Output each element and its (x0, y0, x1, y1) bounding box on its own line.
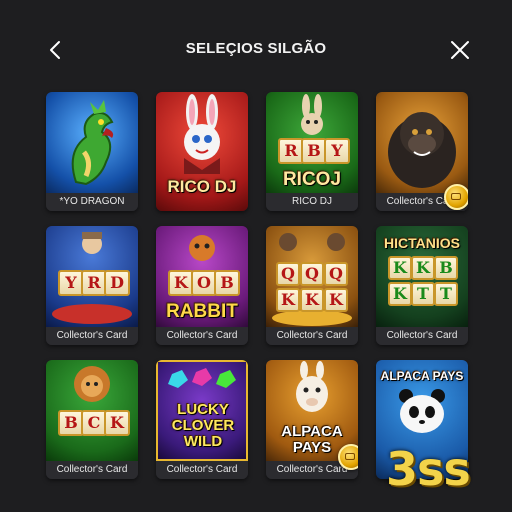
reel-symbol: T (411, 282, 435, 306)
tile-caption: *YO DRAGON (46, 193, 138, 211)
reel-symbol: Q (324, 262, 348, 286)
game-logo-text: HICTANIOS (384, 235, 460, 251)
game-tile-alpaca-pays[interactable]: ALPACA PAYS Collector's Card (266, 360, 358, 479)
game-tile-gorilla[interactable]: Collector's Card (376, 92, 468, 211)
gem-icon (168, 368, 236, 388)
game-art-hictanios: HICTANIOS K K B K T T (376, 226, 468, 327)
game-tile-rico-dj[interactable]: RICO DJ (156, 92, 248, 211)
reel-symbol: K (104, 410, 130, 436)
game-art-gorilla (376, 92, 468, 193)
game-art-kob: K O B RABBIT (156, 226, 248, 327)
tile-caption: Collector's Card (156, 327, 248, 345)
coin-icon (338, 444, 358, 470)
game-art-yrd: Y R D (46, 226, 138, 327)
game-tile-rico-dj-2[interactable]: R B Y RICOJ RICO DJ (266, 92, 358, 211)
reel-symbol: B (214, 270, 240, 296)
game-tile-rabbit[interactable]: K O B RABBIT Collector's Card (156, 226, 248, 345)
coin-icon (444, 184, 468, 210)
reel-symbol: K (388, 256, 412, 280)
reel-symbol: Q (300, 262, 324, 286)
reel-symbol: K (276, 288, 300, 312)
game-tile-hictanios[interactable]: HICTANIOS K K B K T T Collector's Card (376, 226, 468, 345)
game-logo-text: RICO DJ (167, 177, 237, 196)
reel-symbol: D (104, 270, 130, 296)
tile-caption: Collector's Card (46, 327, 138, 345)
header-bar: SELEÇIOS SILGÃO (0, 0, 512, 100)
game-art-lucky-clover: LUCKY CLOVER WILD (156, 360, 248, 461)
tile-caption: Collector's Card (266, 327, 358, 345)
game-grid: *YO DRAGON RICO DJ R B Y RICOJ RICO DJ C… (46, 92, 470, 482)
reel-symbol: Q (276, 262, 300, 286)
reel-symbol: K (300, 288, 324, 312)
game-art-rabbit: RICO DJ (156, 92, 248, 211)
game-tile-lucky-clover-wild[interactable]: LUCKY CLOVER WILD Collector's Card (156, 360, 248, 479)
tile-caption: Collector's Card (46, 461, 138, 479)
game-logo-text: RABBIT (166, 301, 238, 322)
page-title: SELEÇIOS SILGÃO (185, 40, 327, 57)
tile-caption: RICO DJ (266, 193, 358, 211)
game-tile-qqq[interactable]: Q Q Q K K K Collector's Card (266, 226, 358, 345)
reel-symbol: K (388, 282, 412, 306)
game-art-rabbit-slot: R B Y RICOJ (266, 92, 358, 193)
close-icon (451, 41, 469, 59)
reel-symbol: B (434, 256, 458, 280)
reel-symbol: K (411, 256, 435, 280)
reel-symbol: K (324, 288, 348, 312)
game-tile-yo-dragon[interactable]: *YO DRAGON (46, 92, 138, 211)
dragon-icon (71, 100, 114, 186)
game-art-lion: B C K (46, 360, 138, 461)
brand-watermark: 3ss (386, 442, 471, 496)
game-logo-text: LUCKY CLOVER WILD (171, 401, 235, 450)
game-logo-text: ALPACA PAYS (281, 423, 343, 456)
reel-symbol: T (434, 282, 458, 306)
close-button[interactable] (448, 38, 472, 62)
game-tile-yrd[interactable]: Y R D Collector's Card (46, 226, 138, 345)
tile-caption: Collector's Card (376, 327, 468, 345)
game-tile-bck[interactable]: B C K Collector's Card (46, 360, 138, 479)
reel-symbol: Y (324, 138, 350, 164)
game-logo-text: RICOJ (282, 169, 342, 190)
gorilla-icon (388, 112, 456, 188)
tile-caption: Collector's Card (156, 461, 248, 479)
game-art-qqq: Q Q Q K K K (266, 226, 358, 327)
game-art-dragon (46, 92, 138, 193)
